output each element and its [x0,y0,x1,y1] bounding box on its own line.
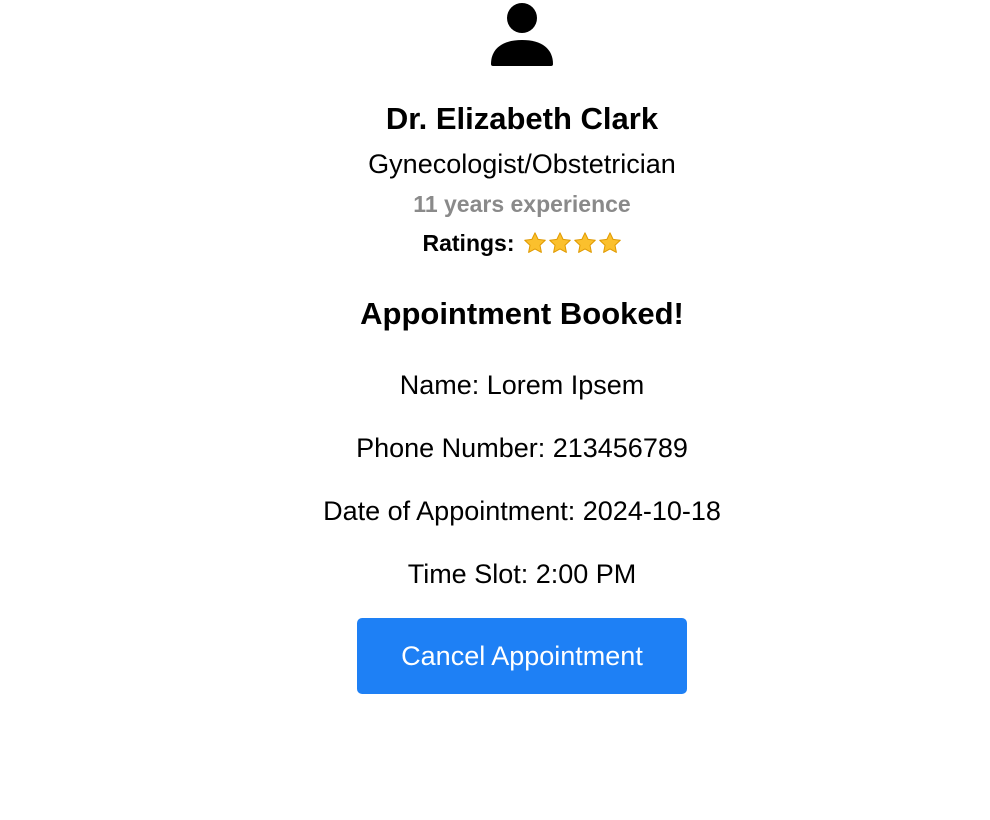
star-icon [573,232,596,253]
appointment-booked-heading: Appointment Booked! [360,296,684,331]
booking-phone-number: Phone Number: 213456789 [356,433,688,463]
user-avatar-icon [491,3,553,66]
booking-date: Date of Appointment: 2024-10-18 [323,496,721,526]
booking-patient-name: Name: Lorem Ipsem [399,370,645,400]
star-icon [548,232,571,253]
doctor-specialty: Gynecologist/Obstetrician [368,149,676,179]
doctor-name: Dr. Elizabeth Clark [385,101,659,136]
booking-time-slot: Time Slot: 2:00 PM [407,559,637,589]
star-icon [598,232,621,253]
doctor-experience: 11 years experience [413,191,631,217]
cancel-appointment-button[interactable]: Cancel Appointment [357,618,687,694]
doctor-ratings: Ratings: [54,228,990,258]
ratings-label: Ratings: [422,230,515,256]
doctor-card: Dr. Elizabeth Clark Gynecologist/Obstetr… [0,0,990,820]
rating-stars [523,231,622,255]
star-icon [523,232,546,253]
